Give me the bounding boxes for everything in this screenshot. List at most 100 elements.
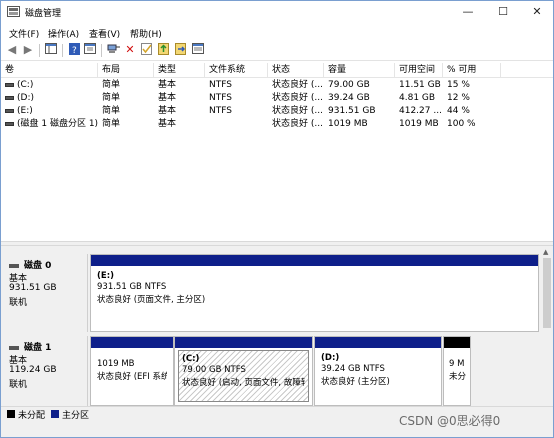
drive-icon: [5, 108, 14, 113]
volume-row[interactable]: (C:) 简单 基本 NTFS 状态良好 (... 79.00 GB 11.51…: [1, 79, 553, 92]
disk-0-name-row: 磁盘 0: [9, 258, 87, 271]
column-percent-free[interactable]: % 可用: [443, 63, 501, 78]
help-icon[interactable]: ?: [67, 43, 81, 57]
delete-icon[interactable]: ✕: [123, 43, 137, 57]
disk-1-size: 119.24 GB: [9, 365, 57, 375]
title-bar: 磁盘管理 — ☐ ✕: [1, 1, 553, 24]
disk-0-size: 931.51 GB: [9, 283, 57, 293]
menu-action[interactable]: 操作(A): [48, 27, 79, 40]
column-status[interactable]: 状态: [268, 63, 324, 78]
disk-1-name: 磁盘 1: [24, 343, 52, 353]
volume-percent-free: 100 %: [447, 119, 476, 129]
volume-list: 卷 布局 类型 文件系统 状态 容量 可用空间 % 可用 (C:) 简单 基本 …: [1, 63, 553, 241]
volume-list-header: 卷 布局 类型 文件系统 状态 容量 可用空间 % 可用: [1, 63, 553, 78]
drive-icon: [5, 121, 14, 126]
svg-text:?: ?: [72, 46, 77, 55]
partition-e[interactable]: (E:) 931.51 GB NTFS 状态良好 (页面文件, 主分区): [90, 254, 539, 332]
disk-0-info: 磁盘 0 基本 931.51 GB 联机: [1, 254, 88, 332]
list-view-icon[interactable]: [191, 43, 205, 57]
column-volume[interactable]: 卷: [1, 63, 98, 78]
volume-type: 基本: [158, 93, 177, 103]
volume-row[interactable]: (D:) 简单 基本 NTFS 状态良好 (... 39.24 GB 4.81 …: [1, 92, 553, 105]
check-icon[interactable]: [140, 43, 154, 57]
disk-1-type: 基本: [9, 356, 28, 366]
connect-icon[interactable]: [106, 43, 120, 57]
arrow-right-icon[interactable]: ▶: [21, 43, 35, 57]
primary-partition-bar: [91, 255, 538, 266]
volume-filesystem: [205, 118, 268, 131]
export-icon[interactable]: [174, 43, 188, 57]
volume-label: (D:): [17, 93, 34, 103]
partition-efi[interactable]: 1019 MB 状态良好 (EFI 系统: [90, 336, 174, 406]
volume-free-space: 11.51 GB: [399, 80, 441, 90]
scrollbar-thumb[interactable]: [543, 258, 551, 328]
partition-d-fs: 39.24 GB NTFS: [321, 364, 385, 374]
drive-icon: [5, 95, 14, 100]
menu-help[interactable]: 帮助(H): [130, 27, 162, 40]
column-layout[interactable]: 布局: [98, 63, 154, 78]
scroll-up-icon[interactable]: ▲: [543, 248, 548, 256]
column-filesystem[interactable]: 文件系统: [205, 63, 268, 78]
partition-e-status: 状态良好 (页面文件, 主分区): [97, 295, 206, 304]
toolbar-separator: [101, 44, 102, 57]
volume-capacity: 79.00 GB: [328, 80, 370, 90]
disk-0[interactable]: 磁盘 0 基本 931.51 GB 联机 (E:) 931.51 GB NTFS…: [1, 254, 541, 332]
column-type[interactable]: 类型: [154, 63, 205, 78]
unallocated-space[interactable]: 9 M 未分: [443, 336, 471, 406]
disk-1-status: 联机: [9, 380, 28, 390]
partition-d-letter: (D:): [321, 353, 340, 363]
volume-status: 状态良好 (...: [272, 93, 323, 103]
volume-status: 状态良好 (...: [272, 119, 323, 129]
primary-partition-bar: [175, 337, 312, 348]
maximize-button[interactable]: ☐: [488, 1, 518, 23]
volume-percent-free: 15 %: [447, 80, 470, 90]
disk-0-name: 磁盘 0: [24, 261, 52, 271]
menu-view[interactable]: 查看(V): [89, 27, 120, 40]
partition-c[interactable]: (C:) 79.00 GB NTFS 状态良好 (启动, 页面文件, 故障转: [174, 336, 313, 406]
volume-percent-free: 12 %: [447, 93, 470, 103]
volume-capacity: 39.24 GB: [328, 93, 370, 103]
properties-icon[interactable]: [83, 43, 97, 57]
arrow-left-icon[interactable]: ◀: [5, 43, 19, 57]
volume-layout: 简单: [102, 93, 121, 103]
minimize-button[interactable]: —: [453, 1, 483, 23]
partition-c-fs: 79.00 GB NTFS: [182, 365, 246, 375]
disk-0-type: 基本: [9, 274, 28, 284]
volume-status: 状态良好 (...: [272, 80, 323, 90]
unallocated-size: 9 M: [449, 359, 465, 369]
import-icon[interactable]: [157, 43, 171, 57]
disk-map: 磁盘 0 基本 931.51 GB 联机 (E:) 931.51 GB NTFS…: [1, 246, 541, 406]
disk-management-app-icon: [7, 6, 20, 17]
volume-row[interactable]: (磁盘 1 磁盘分区 1) 简单 基本 状态良好 (... 1019 MB 10…: [1, 118, 553, 131]
toolbar: ◀ ▶ ? ✕: [1, 41, 553, 61]
toolbar-separator: [39, 44, 40, 57]
close-button[interactable]: ✕: [522, 1, 552, 23]
volume-row[interactable]: (E:) 简单 基本 NTFS 状态良好 (... 931.51 GB 412.…: [1, 105, 553, 118]
disk-1-name-row: 磁盘 1: [9, 340, 87, 353]
volume-layout: 简单: [102, 80, 121, 90]
partition-efi-size: 1019 MB: [97, 359, 135, 369]
partition-e-body: (E:) 931.51 GB NTFS 状态良好 (页面文件, 主分区): [94, 268, 535, 328]
menu-bar: 文件(F) 操作(A) 查看(V) 帮助(H): [1, 24, 553, 41]
disk-icon: [9, 263, 19, 268]
console-view-icon[interactable]: [44, 43, 58, 57]
menu-file[interactable]: 文件(F): [9, 27, 39, 40]
watermark: CSDN @0思必得0: [399, 414, 501, 428]
unallocated-swatch: [7, 410, 15, 418]
volume-capacity: 1019 MB: [328, 119, 368, 129]
volume-filesystem: NTFS: [209, 93, 232, 103]
column-free-space[interactable]: 可用空间: [395, 63, 443, 78]
drive-icon: [5, 82, 14, 87]
partition-efi-status: 状态良好 (EFI 系统: [97, 372, 167, 381]
partition-d-body: (D:) 39.24 GB NTFS 状态良好 (主分区): [318, 350, 438, 402]
partition-c-status: 状态良好 (启动, 页面文件, 故障转: [182, 378, 305, 387]
disk-map-scrollbar[interactable]: ▲: [541, 246, 553, 406]
unallocated-bar: [444, 337, 470, 348]
disk-1[interactable]: 磁盘 1 基本 119.24 GB 联机 1019 MB 状态良好 (EFI 系…: [1, 336, 541, 406]
volume-free-space: 1019 MB: [399, 119, 439, 129]
volume-percent-free: 44 %: [447, 106, 470, 116]
partition-d[interactable]: (D:) 39.24 GB NTFS 状态良好 (主分区): [314, 336, 442, 406]
column-capacity[interactable]: 容量: [324, 63, 395, 78]
partition-c-body-selected: (C:) 79.00 GB NTFS 状态良好 (启动, 页面文件, 故障转: [178, 350, 309, 402]
partition-efi-body: 1019 MB 状态良好 (EFI 系统: [94, 350, 170, 402]
